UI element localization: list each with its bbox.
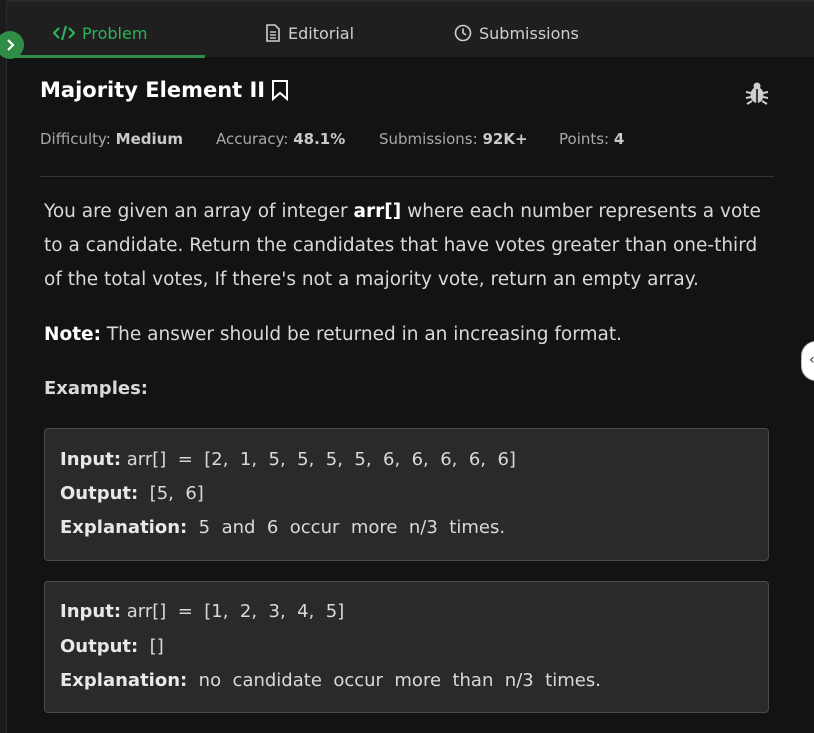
points-label: Points:: [559, 130, 610, 148]
example-box-1: Input: arr[] = [2, 1, 5, 5, 5, 5, 6, 6, …: [44, 428, 769, 561]
input-label: Input:: [60, 449, 122, 470]
chevron-right-icon: [7, 39, 15, 51]
examples-heading: Examples:: [44, 378, 148, 399]
tab-editorial-label: Editorial: [288, 23, 355, 43]
active-tab-indicator: [7, 55, 205, 58]
tab-problem[interactable]: Problem: [53, 21, 147, 45]
output-label: Output:: [60, 636, 139, 657]
problem-title-row: Majority Element II: [40, 78, 289, 102]
accuracy-info: Accuracy: 48.1%: [216, 130, 345, 148]
tab-submissions-label: Submissions: [479, 23, 579, 43]
example-1-explanation: Explanation: 5 and 6 occur more n/3 time…: [60, 517, 505, 538]
problem-description: You are given an array of integer arr[] …: [44, 195, 779, 297]
submissions-info: Submissions: 92K+: [379, 130, 528, 148]
tab-editorial[interactable]: Editorial: [265, 21, 354, 45]
points-value: 4: [613, 130, 625, 148]
description-text-1: You are given an array of integer: [44, 201, 354, 222]
difficulty-value: Medium: [115, 130, 183, 148]
input-label: Input:: [60, 601, 122, 622]
problem-title: Majority Element II: [40, 78, 266, 102]
output-value: []: [138, 636, 164, 657]
example-1-input: Input: arr[] = [2, 1, 5, 5, 5, 5, 6, 6, …: [60, 449, 516, 470]
note-label: Note:: [44, 324, 101, 345]
header-divider: [40, 176, 774, 177]
example-2-explanation: Explanation: no candidate occur more tha…: [60, 670, 601, 691]
code-icon: [53, 25, 75, 41]
output-label: Output:: [60, 483, 139, 504]
left-rail: [0, 0, 7, 733]
difficulty-label: Difficulty:: [40, 130, 111, 148]
example-2-output: Output: []: [60, 636, 164, 657]
collapse-panel-handle[interactable]: ‹: [801, 341, 814, 381]
example-2-input: Input: arr[] = [1, 2, 3, 4, 5]: [60, 601, 344, 622]
accuracy-value: 48.1%: [293, 130, 346, 148]
chevron-left-icon: ‹: [809, 352, 814, 368]
explanation-value: 5 and 6 occur more n/3 times.: [187, 517, 506, 538]
example-1-output: Output: [5, 6]: [60, 483, 204, 504]
tab-bar: Problem Editorial Submissions: [0, 0, 814, 58]
difficulty-info: Difficulty: Medium: [40, 130, 183, 148]
bug-report-icon[interactable]: [744, 80, 770, 106]
submissions-value: 92K+: [482, 130, 528, 148]
clock-icon: [454, 24, 472, 42]
output-value: [5, 6]: [138, 483, 204, 504]
example-box-2: Input: arr[] = [1, 2, 3, 4, 5] Output: […: [44, 581, 769, 713]
description-code: arr[]: [353, 201, 402, 222]
tab-submissions[interactable]: Submissions: [454, 21, 579, 45]
explanation-label: Explanation:: [60, 517, 188, 538]
submissions-label: Submissions:: [379, 130, 478, 148]
points-info: Points: 4: [559, 130, 624, 148]
document-icon: [266, 24, 280, 42]
input-value: arr[] = [1, 2, 3, 4, 5]: [121, 601, 345, 622]
problem-note: Note: The answer should be returned in a…: [44, 318, 779, 352]
note-text: The answer should be returned in an incr…: [100, 324, 622, 345]
explanation-label: Explanation:: [60, 670, 188, 691]
input-value: arr[] = [2, 1, 5, 5, 5, 5, 6, 6, 6, 6, 6…: [121, 449, 516, 470]
bookmark-icon[interactable]: [271, 79, 289, 101]
accuracy-label: Accuracy:: [216, 130, 289, 148]
explanation-value: no candidate occur more than n/3 times.: [187, 670, 601, 691]
tab-problem-label: Problem: [82, 23, 148, 43]
